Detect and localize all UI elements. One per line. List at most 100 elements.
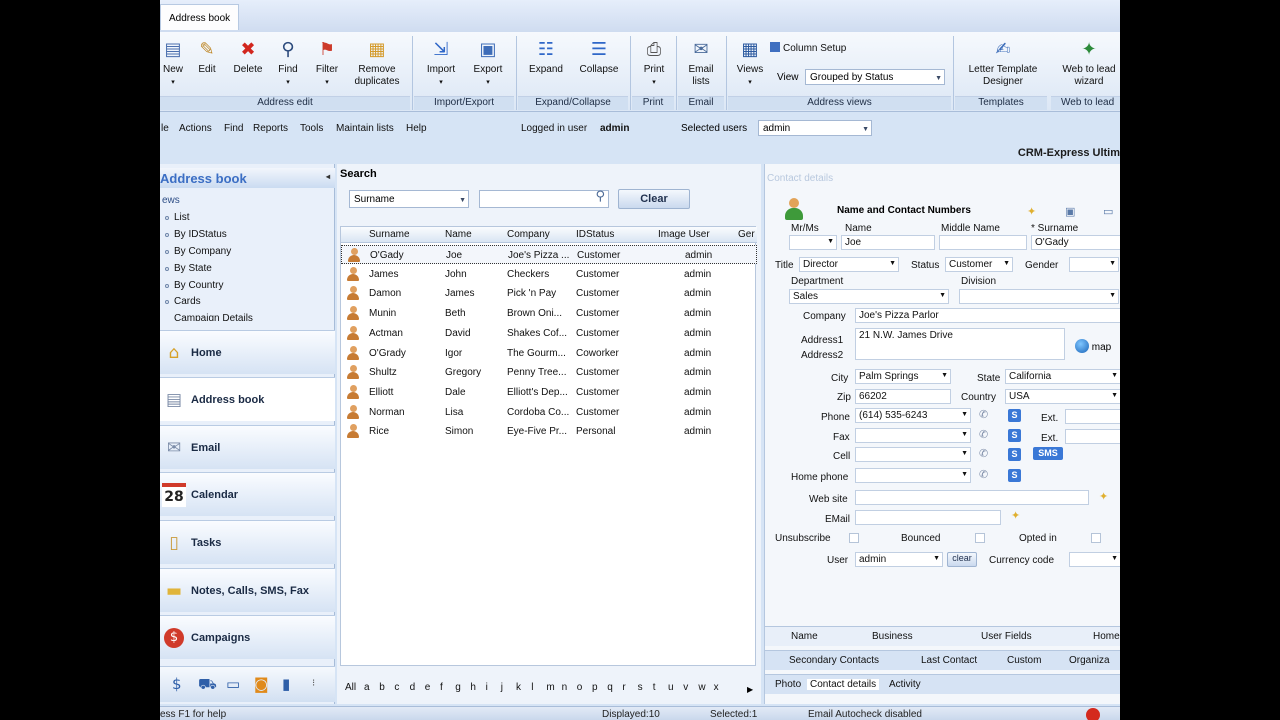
table-row[interactable]: Damon James Pick 'n Pay Customer admin xyxy=(341,284,757,303)
alpha-filter-r[interactable]: r xyxy=(622,682,625,693)
alpha-filter-g[interactable]: g xyxy=(455,682,461,693)
view-item-by-company[interactable]: By Company xyxy=(165,246,231,257)
status-select[interactable]: Customer ▼ xyxy=(945,257,1013,272)
email-lists-button[interactable]: ✉ Email lists xyxy=(684,38,718,88)
middle-name-field[interactable] xyxy=(939,235,1027,250)
view-item-by-idstatus[interactable]: By IDStatus xyxy=(165,229,227,240)
tab-custom[interactable]: Custom xyxy=(1007,655,1041,666)
column-image-user[interactable]: Image User xyxy=(658,229,710,240)
alpha-filter-l[interactable]: l xyxy=(531,682,533,693)
nav-home[interactable]: ⌂ Home xyxy=(160,330,335,374)
skype-home-icon[interactable]: S xyxy=(1008,469,1021,482)
dial-home-icon[interactable]: ✆ xyxy=(979,468,988,481)
table-row[interactable]: Munin Beth Brown Oni... Customer admin xyxy=(341,304,757,323)
tab-photo[interactable]: Photo xyxy=(775,679,801,690)
collapse-button[interactable]: ☰ Collapse xyxy=(578,38,620,76)
menu-maintain-lists[interactable]: Maintain lists xyxy=(336,123,394,134)
new-button[interactable]: ▤ New ▾ xyxy=(160,38,186,89)
alpha-filter-c[interactable]: c xyxy=(394,682,399,693)
document-icon[interactable]: ▭ xyxy=(226,675,240,693)
table-row[interactable]: O'Grady Igor The Gourm... Coworker admin xyxy=(341,344,757,363)
mrms-select[interactable]: ▼ xyxy=(789,235,837,250)
nav-notes-calls-sms-fax[interactable]: ▬ Notes, Calls, SMS, Fax xyxy=(160,568,335,612)
sms-button[interactable]: SMS xyxy=(1033,447,1063,460)
web-to-lead-wizard-button[interactable]: ✦ Web to lead wizard xyxy=(1058,38,1120,88)
tab-last-contact[interactable]: Last Contact xyxy=(921,655,977,666)
vcard-icon[interactable]: ▣ xyxy=(1065,205,1075,218)
title-select[interactable]: Director ▼ xyxy=(799,257,899,272)
alpha-filter-i[interactable]: i xyxy=(486,682,488,693)
city-select[interactable]: Palm Springs ▼ xyxy=(855,369,951,384)
alpha-filter-b[interactable]: b xyxy=(379,682,385,693)
dial-cell-icon[interactable]: ✆ xyxy=(979,447,988,460)
view-select[interactable]: Grouped by Status ▼ xyxy=(805,69,945,85)
department-select[interactable]: Sales ▼ xyxy=(789,289,949,304)
home-phone-field[interactable]: ▼ xyxy=(855,468,971,483)
send-email-icon[interactable]: ✦ xyxy=(1011,509,1020,522)
alpha-filter-j[interactable]: j xyxy=(501,682,503,693)
delete-button[interactable]: ✖ Delete xyxy=(228,38,268,76)
rss-icon[interactable]: ◙ xyxy=(254,675,269,693)
gender-select[interactable]: ▼ xyxy=(1069,257,1119,272)
table-row[interactable]: Norman Lisa Cordoba Co... Customer admin xyxy=(341,403,757,422)
dial-phone-icon[interactable]: ✆ xyxy=(979,408,988,421)
magnifier-icon[interactable]: ⚲ xyxy=(595,190,605,203)
unsubscribe-checkbox[interactable] xyxy=(849,533,859,543)
remove-duplicates-button[interactable]: ▦ Remove duplicates xyxy=(350,38,404,88)
opted-in-checkbox[interactable] xyxy=(1091,533,1101,543)
view-item-by-state[interactable]: By State xyxy=(165,263,212,274)
search-field-select[interactable]: Surname ▼ xyxy=(349,190,469,208)
find-button[interactable]: ⚲ Find ▾ xyxy=(275,38,301,89)
menu-tools[interactable]: Tools xyxy=(300,123,323,134)
menu-find[interactable]: Find xyxy=(224,123,243,134)
tab-name[interactable]: Name xyxy=(791,631,818,642)
skype-phone-icon[interactable]: S xyxy=(1008,409,1021,422)
alpha-filter-k[interactable]: k xyxy=(516,682,521,693)
more-options-icon[interactable]: ⁝ xyxy=(312,678,315,689)
clear-user-button[interactable]: clear xyxy=(947,552,977,567)
column-name[interactable]: Name xyxy=(445,229,472,240)
column-company[interactable]: Company xyxy=(507,229,550,240)
tab-business[interactable]: Business xyxy=(872,631,913,642)
tab-activity[interactable]: Activity xyxy=(889,679,921,690)
alpha-filter-x[interactable]: x xyxy=(714,682,719,693)
open-website-icon[interactable]: ✦ xyxy=(1099,490,1108,503)
tab-secondary-contacts[interactable]: Secondary Contacts xyxy=(789,655,879,666)
clear-search-button[interactable]: Clear xyxy=(618,189,690,209)
alpha-filter-m[interactable]: m xyxy=(546,682,554,693)
currency-code-select[interactable]: ▼ xyxy=(1069,552,1120,567)
fax-ext-field[interactable] xyxy=(1065,429,1120,444)
menu-file[interactable]: le xyxy=(161,123,169,134)
fax-field[interactable]: ▼ xyxy=(855,428,971,443)
table-row[interactable]: Shultz Gregory Penny Tree... Customer admin xyxy=(341,363,757,382)
surname-field[interactable]: O'Gady xyxy=(1031,235,1120,250)
alpha-filter-d[interactable]: d xyxy=(410,682,416,693)
alpha-filter-all[interactable]: All xyxy=(345,682,356,693)
tab-user-fields[interactable]: User Fields xyxy=(981,631,1032,642)
table-row[interactable]: Elliott Dale Elliott's Dep... Customer admin xyxy=(341,383,757,402)
alpha-filter-e[interactable]: e xyxy=(425,682,431,693)
column-idstatus[interactable]: IDStatus xyxy=(576,229,614,240)
alpha-filter-n[interactable]: n xyxy=(562,682,568,693)
filter-button[interactable]: ⚑ Filter ▾ xyxy=(312,38,342,89)
edit-button[interactable]: ✎ Edit xyxy=(194,38,220,76)
menu-actions[interactable]: Actions xyxy=(179,123,212,134)
print-button[interactable]: ⎙ Print ▾ xyxy=(640,38,668,89)
selected-users-select[interactable]: admin ▼ xyxy=(758,120,872,136)
ribbon-tab-address-book[interactable]: Address book xyxy=(160,4,240,30)
address-field[interactable]: 21 N.W. James Drive xyxy=(855,328,1065,360)
dollar-icon[interactable]: $ xyxy=(172,675,182,693)
table-row[interactable]: James John Checkers Customer admin xyxy=(341,265,757,284)
cell-field[interactable]: ▼ xyxy=(855,447,971,462)
table-row[interactable]: Rice Simon Eye-Five Pr... Personal admin xyxy=(341,422,757,441)
menu-help[interactable]: Help xyxy=(406,123,427,134)
email-field[interactable] xyxy=(855,510,1001,525)
tab-organization[interactable]: Organiza xyxy=(1069,655,1110,666)
alpha-filter-t[interactable]: t xyxy=(653,682,656,693)
alpha-filter-u[interactable]: u xyxy=(668,682,674,693)
import-button[interactable]: ⇲ Import ▾ xyxy=(424,38,458,89)
map-button[interactable]: map xyxy=(1075,339,1111,353)
alpha-filter-s[interactable]: s xyxy=(638,682,643,693)
alpha-filter-o[interactable]: o xyxy=(577,682,583,693)
skype-fax-icon[interactable]: S xyxy=(1008,429,1021,442)
